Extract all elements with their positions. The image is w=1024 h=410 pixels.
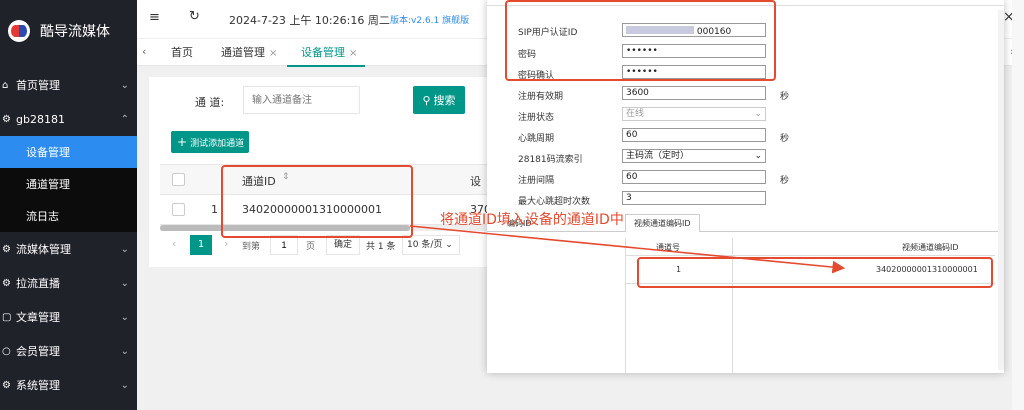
annotation-arrow [409, 225, 846, 274]
annotation-text: 将通道ID填入设备的通道ID中 [440, 212, 624, 228]
